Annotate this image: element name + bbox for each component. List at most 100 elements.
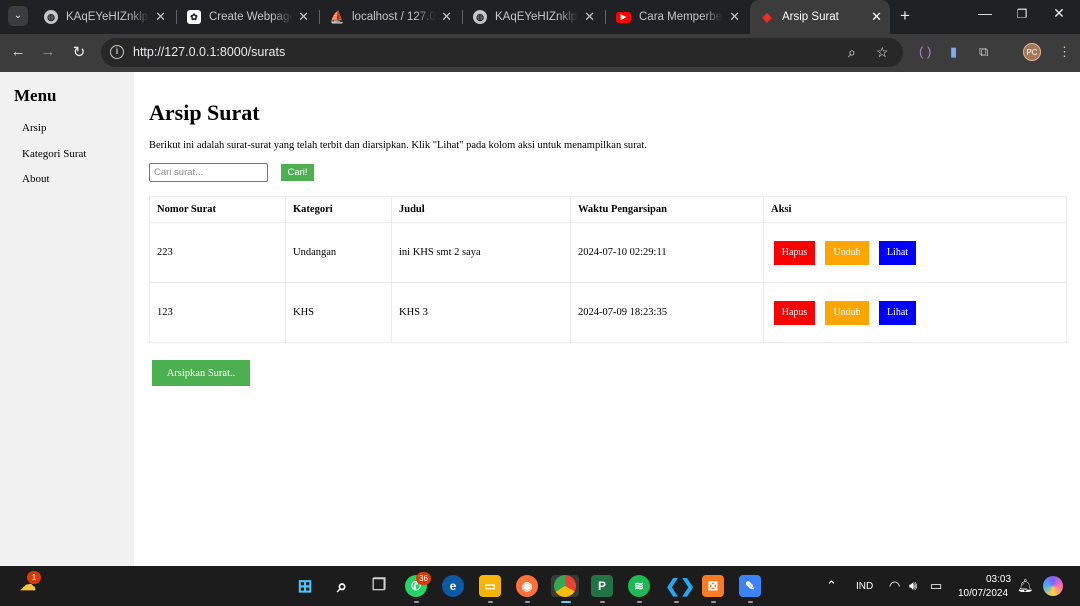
lihat-button[interactable]: Lihat bbox=[879, 300, 916, 325]
table-header-row: Nomor Surat Kategori Judul Waktu Pengars… bbox=[149, 196, 1067, 223]
close-icon[interactable]: ✕ bbox=[298, 9, 309, 25]
address-bar[interactable]: i http://127.0.0.1:8000/surats ⌕ ☆ bbox=[101, 38, 903, 67]
minimize-icon[interactable]: — bbox=[970, 5, 1000, 21]
tab-5[interactable]: ▶ Cara Memperbesar ✕ bbox=[606, 0, 748, 34]
tab-3-title: localhost / 127.0.0 bbox=[352, 11, 436, 23]
page-description: Berikut ini adalah surat-surat yang tela… bbox=[149, 140, 647, 151]
cell-judul: KHS 3 bbox=[391, 282, 571, 343]
profile-avatar[interactable]: PC bbox=[1023, 43, 1041, 61]
language-indicator[interactable]: IND bbox=[856, 581, 873, 592]
back-icon[interactable]: ← bbox=[8, 43, 28, 60]
lihat-button[interactable]: Lihat bbox=[879, 240, 916, 265]
running-indicator bbox=[561, 601, 571, 603]
sidebar-item-about[interactable]: About bbox=[22, 173, 50, 185]
page-viewport: Menu Arsip Kategori Surat About Arsip Su… bbox=[0, 72, 1080, 566]
editor-app-icon[interactable]: ✎ bbox=[739, 575, 761, 597]
extensions-puzzle-icon[interactable]: ⧉ bbox=[979, 44, 988, 60]
hapus-button[interactable]: Hapus bbox=[774, 240, 815, 265]
menu-kebab-icon[interactable]: ⋮ bbox=[1058, 44, 1071, 60]
browser-toolbar: ← → ↻ i http://127.0.0.1:8000/surats ⌕ ☆ bbox=[0, 34, 1080, 72]
close-icon[interactable]: ✕ bbox=[584, 9, 595, 25]
table-row: 223 Undangan ini KHS smt 2 saya 2024-07-… bbox=[149, 222, 1067, 283]
clock-time[interactable]: 03:03 bbox=[986, 574, 1011, 585]
new-tab-icon[interactable]: + bbox=[900, 6, 910, 26]
hapus-button[interactable]: Hapus bbox=[774, 300, 815, 325]
tab-search-icon[interactable]: ⌄ bbox=[8, 6, 28, 26]
arsipkan-surat-button[interactable]: Arsipkan Surat.. bbox=[152, 360, 250, 386]
search-input[interactable] bbox=[149, 163, 268, 182]
running-indicator bbox=[600, 601, 605, 603]
vscode-icon[interactable]: ❮❯ bbox=[665, 575, 695, 597]
taskbar: ☁ 1 ⊞ ⌕ ❐ ✆ 36 e ▭ ◉ P ≋ ❮❯ ⊠ ✎ ⌃ IND ◠ … bbox=[0, 566, 1080, 606]
bookmark-star-icon[interactable]: ☆ bbox=[876, 44, 889, 61]
laravel-icon: ◈ bbox=[762, 10, 772, 24]
extension-purple-icon[interactable]: ( ) bbox=[919, 44, 931, 59]
tab-4-title: KAqEYeHIZnklpXH bbox=[495, 11, 579, 23]
unduh-button[interactable]: Unduh bbox=[825, 300, 869, 325]
clock-date[interactable]: 10/07/2024 bbox=[958, 588, 1008, 599]
search-icon[interactable]: ⌕ bbox=[331, 575, 353, 597]
file-explorer-icon[interactable]: ▭ bbox=[479, 575, 501, 597]
extension-blue-icon[interactable]: ▮ bbox=[950, 44, 957, 60]
tab-6-active[interactable]: ◈ Arsip Surat ✕ bbox=[750, 0, 890, 34]
zoom-icon[interactable]: ⌕ bbox=[848, 44, 856, 61]
copilot-icon[interactable] bbox=[1043, 576, 1063, 596]
sidebar-item-kategori-surat[interactable]: Kategori Surat bbox=[22, 148, 86, 160]
tab-2-title: Create Webpage f bbox=[209, 11, 293, 23]
forward-icon[interactable]: → bbox=[38, 43, 58, 60]
windows-start-icon[interactable]: ⊞ bbox=[294, 575, 316, 597]
running-indicator bbox=[525, 601, 530, 603]
globe-icon: ◍ bbox=[44, 10, 58, 24]
tab-1[interactable]: ◍ KAqEYeHIZnklpXH ✕ bbox=[34, 0, 174, 34]
cell-waktu: 2024-07-09 18:23:35 bbox=[570, 282, 764, 343]
cell-nomor: 223 bbox=[149, 222, 286, 283]
volume-icon[interactable]: 🔊︎ bbox=[909, 578, 917, 594]
globe-icon: ◍ bbox=[473, 10, 487, 24]
tab-5-title: Cara Memperbesar bbox=[639, 11, 723, 23]
page-title: Arsip Surat bbox=[149, 100, 260, 125]
running-indicator bbox=[748, 601, 753, 603]
column-header-judul: Judul bbox=[391, 196, 571, 223]
cell-nomor: 123 bbox=[149, 282, 286, 343]
column-header-nomor: Nomor Surat bbox=[149, 196, 286, 223]
xampp-icon[interactable]: ⊠ bbox=[702, 575, 724, 597]
tab-6-title: Arsip Surat bbox=[782, 11, 839, 23]
unduh-button[interactable]: Unduh bbox=[825, 240, 869, 265]
column-header-kategori: Kategori bbox=[285, 196, 392, 223]
tab-2[interactable]: ✿ Create Webpage f ✕ bbox=[177, 0, 317, 34]
window-close-icon[interactable]: ✕ bbox=[1044, 5, 1074, 22]
close-icon[interactable]: ✕ bbox=[155, 9, 166, 25]
tray-chevron-up-icon[interactable]: ⌃ bbox=[826, 578, 837, 594]
firefox-icon[interactable]: ◉ bbox=[516, 575, 538, 597]
edge-icon[interactable]: e bbox=[442, 575, 464, 597]
task-view-icon[interactable]: ❐ bbox=[368, 575, 390, 597]
close-icon[interactable]: ✕ bbox=[871, 9, 882, 25]
wifi-icon[interactable]: ◠ bbox=[889, 578, 900, 594]
cell-aksi: Hapus Unduh Lihat bbox=[763, 222, 1067, 283]
close-icon[interactable]: ✕ bbox=[441, 9, 452, 25]
tab-4[interactable]: ◍ KAqEYeHIZnklpXH ✕ bbox=[463, 0, 603, 34]
chrome-icon[interactable] bbox=[554, 575, 576, 597]
restore-icon[interactable]: ❐ bbox=[1007, 7, 1037, 21]
tab-1-title: KAqEYeHIZnklpXH bbox=[66, 11, 150, 23]
spotify-icon[interactable]: ≋ bbox=[628, 575, 650, 597]
column-header-waktu: Waktu Pengarsipan bbox=[570, 196, 764, 223]
cell-judul: ini KHS smt 2 saya bbox=[391, 222, 571, 283]
site-info-icon[interactable]: i bbox=[110, 45, 124, 59]
chatgpt-icon: ✿ bbox=[187, 10, 201, 24]
close-icon[interactable]: ✕ bbox=[729, 9, 740, 25]
cell-kategori: KHS bbox=[285, 282, 392, 343]
whatsapp-badge: 36 bbox=[416, 572, 431, 585]
youtube-icon: ▶ bbox=[616, 11, 631, 23]
notification-bell-icon[interactable]: 🔔︎ bbox=[1017, 578, 1034, 594]
project-icon[interactable]: P bbox=[591, 575, 613, 597]
battery-icon[interactable]: ▭ bbox=[930, 578, 942, 594]
weather-badge: 1 bbox=[27, 571, 41, 584]
sidebar-item-arsip[interactable]: Arsip bbox=[22, 122, 46, 134]
url-text[interactable]: http://127.0.0.1:8000/surats bbox=[133, 45, 285, 59]
tab-3[interactable]: ⛵ localhost / 127.0.0 ✕ bbox=[320, 0, 460, 34]
search-button[interactable]: Cari! bbox=[281, 164, 314, 181]
cell-waktu: 2024-07-10 02:29:11 bbox=[570, 222, 764, 283]
reload-icon[interactable]: ↻ bbox=[69, 43, 89, 61]
running-indicator bbox=[488, 601, 493, 603]
